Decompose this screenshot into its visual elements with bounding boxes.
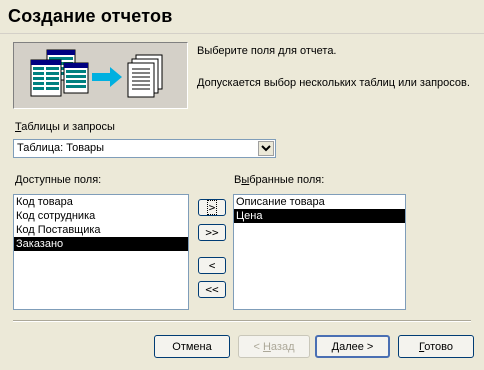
- back-button[interactable]: < Назад: [238, 335, 310, 358]
- back-label-rest: азад: [270, 340, 295, 353]
- remove-all-fields-button[interactable]: <<: [198, 281, 226, 298]
- finish-label-rest: отово: [424, 340, 453, 353]
- selected-label-rest: бранные поля:: [249, 174, 325, 186]
- source-label-rest: аблицы и запросы: [21, 121, 115, 133]
- list-item[interactable]: Цена: [234, 209, 405, 223]
- next-label: Далее >: [332, 341, 374, 353]
- remove-field-button[interactable]: <: [198, 257, 226, 274]
- next-label-mnemonic: Д: [331, 340, 340, 353]
- cancel-label: Отмена: [172, 340, 212, 353]
- cancel-button[interactable]: Отмена: [154, 335, 230, 358]
- list-item[interactable]: Описание товара: [234, 195, 405, 209]
- next-label-rest: алее >: [339, 340, 374, 353]
- finish-button[interactable]: Готово: [398, 335, 474, 358]
- back-label-mnemonic: Н: [262, 340, 271, 353]
- add-all-label: >>: [205, 226, 219, 239]
- chevron-down-icon: [261, 145, 271, 152]
- remove-field-label: <: [208, 259, 216, 272]
- back-label-pre: <: [253, 340, 263, 353]
- list-item[interactable]: Заказано: [14, 237, 188, 251]
- list-item[interactable]: Код Поставщика: [14, 223, 188, 237]
- source-select-value: Таблица: Товары: [17, 142, 105, 154]
- remove-all-label: <<: [205, 283, 219, 296]
- add-field-label: >: [206, 200, 218, 215]
- list-item[interactable]: Код сотрудника: [14, 209, 188, 223]
- footer-divider: [13, 320, 471, 322]
- list-item[interactable]: Код товара: [14, 195, 188, 209]
- available-label-rest: оступные поля:: [22, 174, 102, 186]
- intro-hint: Допускается выбор нескольких таблиц или …: [197, 77, 470, 89]
- wizard-illustration: [13, 42, 188, 109]
- available-label: Доступные поля:: [15, 174, 101, 186]
- add-all-fields-button[interactable]: >>: [198, 224, 226, 241]
- source-label: Таблицы и запросы: [15, 121, 115, 133]
- title-bar: Создание отчетов: [0, 0, 484, 34]
- tables-to-report-icon: [30, 49, 163, 98]
- selected-label: Выбранные поля:: [234, 174, 324, 186]
- next-button[interactable]: Далее >: [315, 335, 390, 358]
- back-label: < Назад: [253, 341, 294, 353]
- intro-text: Выберите поля для отчета.: [197, 45, 337, 57]
- add-field-button[interactable]: >: [198, 199, 226, 216]
- window-title: Создание отчетов: [8, 6, 173, 26]
- dropdown-button[interactable]: [258, 141, 274, 156]
- selected-fields-list[interactable]: Описание товара Цена: [233, 194, 406, 310]
- available-fields-list[interactable]: Код товара Код сотрудника Код Поставщика…: [13, 194, 189, 310]
- finish-label: Готово: [419, 341, 453, 353]
- available-label-mnemonic: Д: [15, 174, 23, 186]
- source-select[interactable]: Таблица: Товары: [13, 139, 276, 158]
